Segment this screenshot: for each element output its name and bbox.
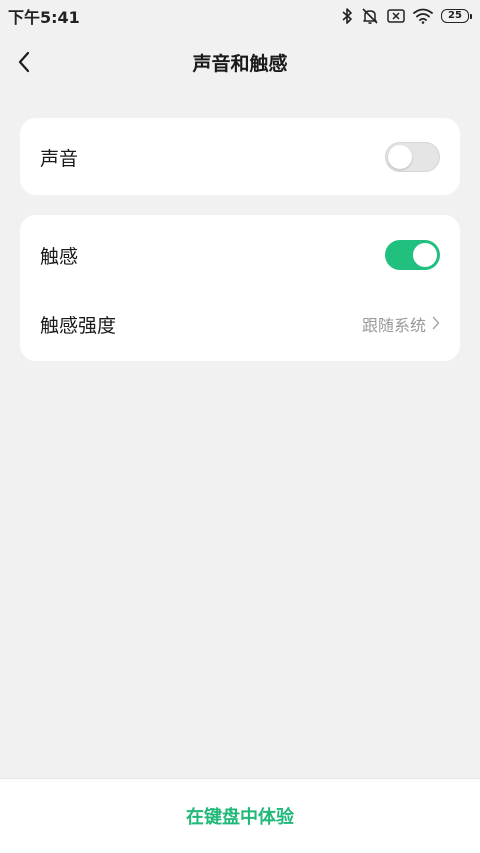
haptic-toggle-knob xyxy=(413,243,437,267)
haptic-row: 触感 xyxy=(20,220,460,290)
bluetooth-icon xyxy=(341,7,353,25)
haptic-intensity-value: 跟随系统 xyxy=(361,316,426,335)
status-bar: 下午5:41 25 xyxy=(0,0,480,32)
sim-off-icon xyxy=(387,8,405,24)
status-icons: 25 xyxy=(341,7,472,25)
haptic-card: 触感 触感强度 跟随系统 xyxy=(20,215,460,361)
page-title: 声音和触感 xyxy=(192,53,288,75)
haptic-intensity-selector[interactable]: 跟随系统 xyxy=(362,312,440,336)
sound-toggle[interactable] xyxy=(385,142,440,172)
status-time: 下午5:41 xyxy=(8,8,80,27)
chevron-right-icon xyxy=(432,315,440,334)
bottom-bar: 在键盘中体验 xyxy=(0,778,480,853)
battery-icon: 25 xyxy=(441,9,472,23)
mute-icon xyxy=(361,7,379,25)
sound-card: 声音 xyxy=(20,118,460,195)
header: 声音和触感 xyxy=(0,36,480,92)
screen: 下午5:41 25 声音和触感 声音 触感 触感强度 跟随系统 在键盘中体验 xyxy=(0,0,480,853)
haptic-intensity-row[interactable]: 触感强度 跟随系统 xyxy=(20,289,460,359)
try-in-keyboard-button[interactable]: 在键盘中体验 xyxy=(186,803,294,829)
sound-toggle-knob xyxy=(388,145,412,169)
sound-row: 声音 xyxy=(20,122,460,192)
sound-label: 声音 xyxy=(40,147,79,170)
haptic-toggle[interactable] xyxy=(385,240,440,270)
wifi-icon xyxy=(413,8,433,24)
haptic-intensity-label: 触感强度 xyxy=(40,314,117,337)
battery-level: 25 xyxy=(441,9,469,23)
haptic-label: 触感 xyxy=(40,245,79,268)
